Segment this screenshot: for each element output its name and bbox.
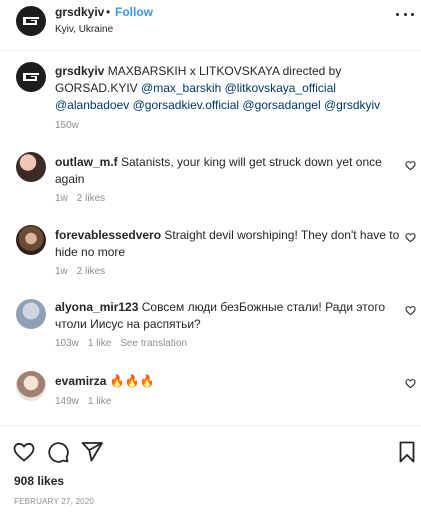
post-action-bar xyxy=(0,440,421,464)
mention-link[interactable]: @litkovskaya_official xyxy=(225,81,336,95)
mention-link[interactable]: @grsdkyiv xyxy=(324,98,380,112)
comment-meta: 149w 1 like xyxy=(55,396,111,407)
comment-avatar[interactable] xyxy=(16,299,46,329)
caption-time[interactable]: 150w xyxy=(55,120,79,131)
post-date[interactable]: FEBRUARY 27, 2020 xyxy=(14,497,94,506)
header-divider xyxy=(0,50,421,51)
comment-icon[interactable] xyxy=(46,440,70,464)
comment-meta: 1w 2 likes xyxy=(55,193,105,204)
comment-text: alyona_mir123 Совсем люди безБожные стал… xyxy=(55,299,400,333)
caption-avatar[interactable] xyxy=(16,62,46,92)
header-avatar[interactable] xyxy=(16,6,46,36)
gorsad-logo-icon xyxy=(23,17,39,25)
comment-like-heart-icon[interactable] xyxy=(405,305,416,316)
gorsad-logo-icon xyxy=(23,73,39,81)
comment-like-heart-icon[interactable] xyxy=(405,160,416,171)
comment-likes[interactable]: 2 likes xyxy=(77,266,105,277)
mention-link[interactable]: @gorsadangel xyxy=(242,98,320,112)
comment-avatar[interactable] xyxy=(16,152,46,182)
likes-count[interactable]: 908 likes xyxy=(14,474,64,488)
comment-time[interactable]: 149w xyxy=(55,396,79,407)
comment-text: forevablessedvero Straight devil worship… xyxy=(55,227,400,261)
share-icon[interactable] xyxy=(80,440,104,464)
bookmark-icon[interactable] xyxy=(395,440,419,464)
comment-username[interactable]: forevablessedvero xyxy=(55,228,161,242)
comment-likes[interactable]: 2 likes xyxy=(77,193,105,204)
see-translation-button[interactable]: See translation xyxy=(120,338,187,349)
more-options-icon[interactable] xyxy=(396,8,414,20)
comment-avatar[interactable] xyxy=(16,371,46,401)
comment-likes[interactable]: 1 like xyxy=(88,338,111,349)
comment-text: outlaw_m.f Satanists, your king will get… xyxy=(55,154,400,188)
comment-username[interactable]: outlaw_m.f xyxy=(55,155,118,169)
header-username[interactable]: grsdkyiv xyxy=(55,5,104,19)
comment-time[interactable]: 1w xyxy=(55,266,68,277)
post-header: grsdkyiv • Follow Kyiv, Ukraine xyxy=(0,0,421,50)
follow-button[interactable]: Follow xyxy=(115,5,153,19)
comment-username[interactable]: evamirza xyxy=(55,374,106,388)
header-location[interactable]: Kyiv, Ukraine xyxy=(55,24,113,35)
comment-time[interactable]: 1w xyxy=(55,193,68,204)
caption-username[interactable]: grsdkyiv xyxy=(55,64,104,78)
heart-icon[interactable] xyxy=(12,440,36,464)
comment-likes[interactable]: 1 like xyxy=(88,396,111,407)
actions-divider xyxy=(0,425,421,426)
comment-time[interactable]: 103w xyxy=(55,338,79,349)
comment-meta: 1w 2 likes xyxy=(55,266,105,277)
comment-username[interactable]: alyona_mir123 xyxy=(55,300,138,314)
header-separator: • xyxy=(106,5,111,19)
mention-link[interactable]: @max_barskih xyxy=(141,81,221,95)
comment-body: 🔥🔥🔥 xyxy=(106,374,155,388)
caption-text: grsdkyiv MAXBARSKIH x LITKOVSKAYA direct… xyxy=(55,63,405,114)
comment-avatar[interactable] xyxy=(16,225,46,255)
comment-like-heart-icon[interactable] xyxy=(405,378,416,389)
mention-link[interactable]: @alanbadoev xyxy=(55,98,129,112)
comment-meta: 103w 1 like See translation xyxy=(55,338,187,349)
mention-link[interactable]: @gorsadkiev.official xyxy=(133,98,239,112)
comment-text: evamirza 🔥🔥🔥 xyxy=(55,373,400,390)
comment-like-heart-icon[interactable] xyxy=(405,232,416,243)
